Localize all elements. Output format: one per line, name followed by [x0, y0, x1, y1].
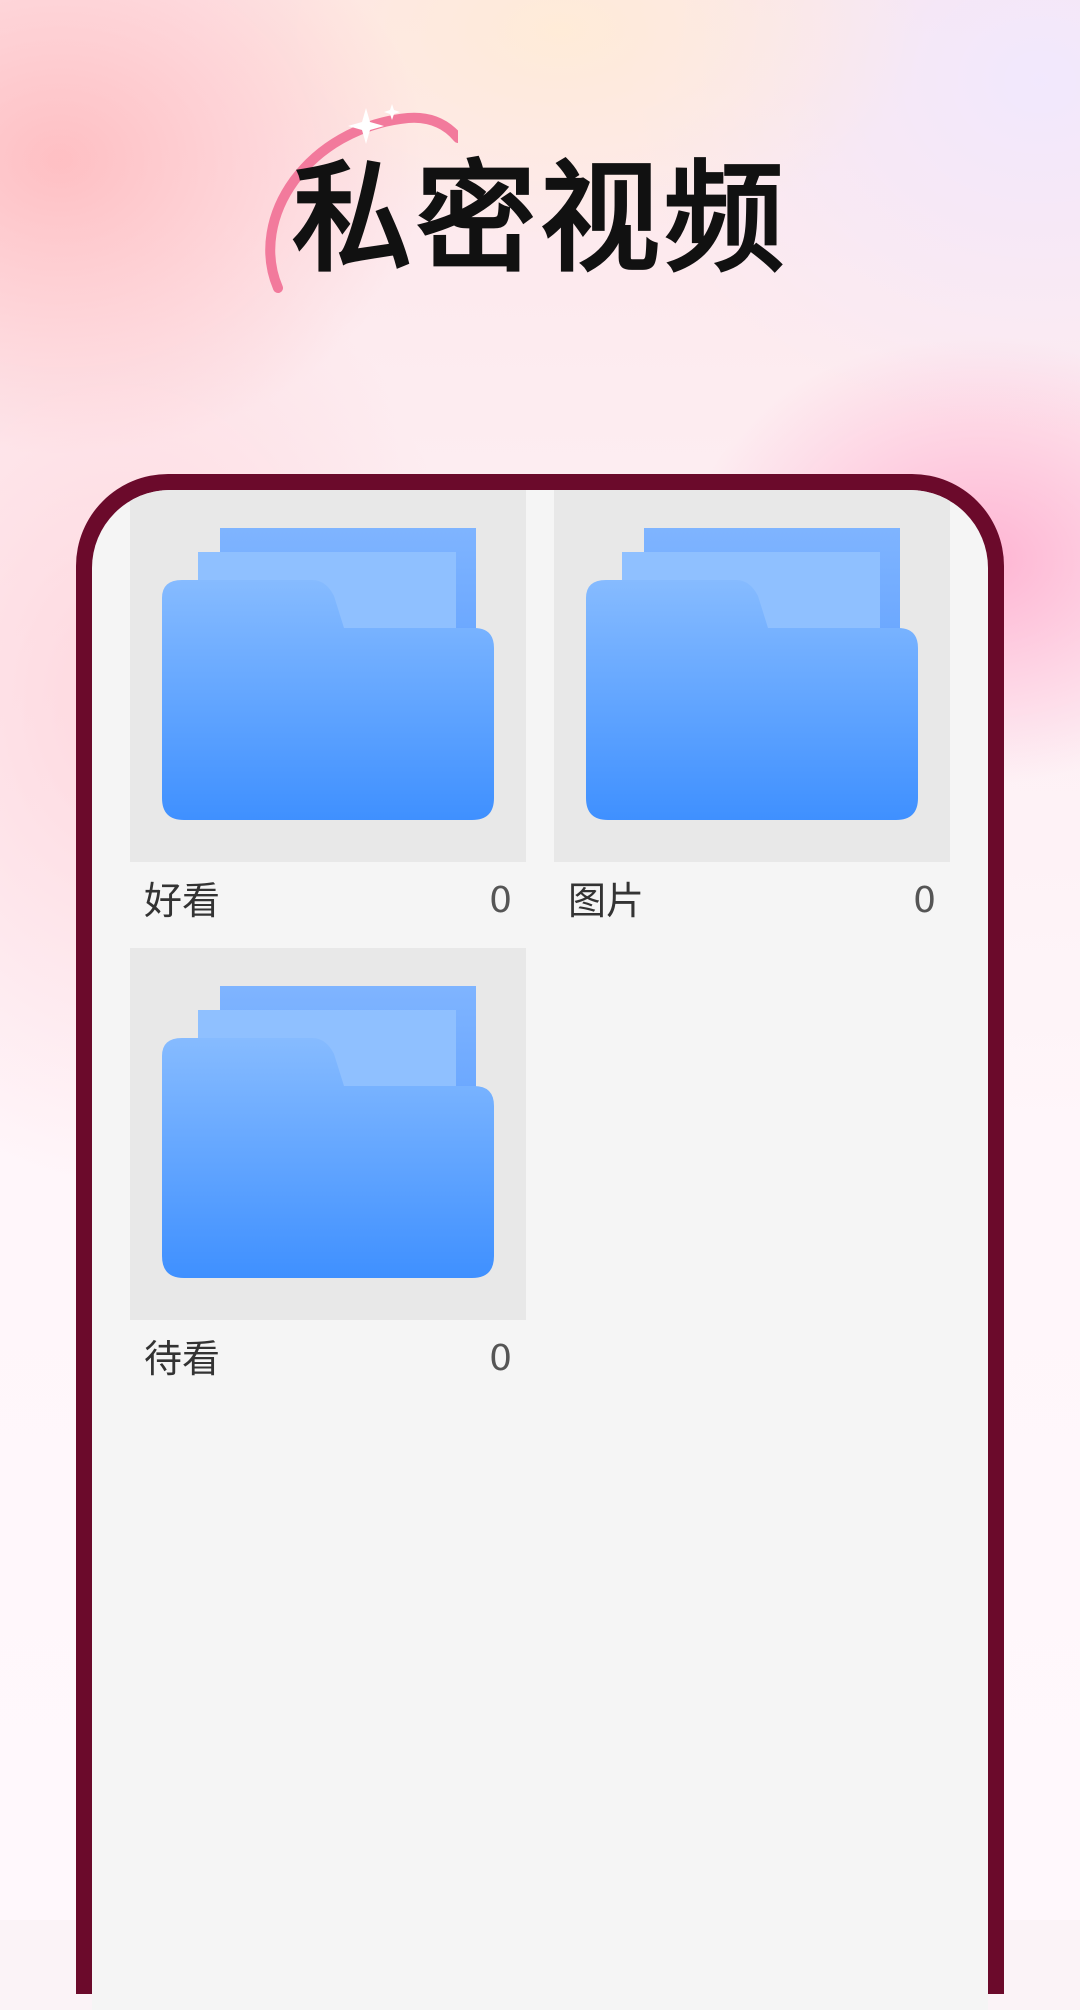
folder-count: 0 — [489, 1338, 512, 1379]
folder-grid: 好看 0 图片 0 待看 0 — [92, 490, 988, 2010]
folder-count: 0 — [489, 880, 512, 921]
page-title: 私密视频 — [292, 150, 788, 289]
folder-icon — [162, 986, 494, 1278]
folder-icon — [586, 528, 918, 820]
folder-count: 0 — [913, 880, 936, 921]
folder-name: 待看 — [144, 1337, 221, 1381]
folder-thumbnail — [554, 490, 950, 862]
folder-thumbnail — [130, 948, 526, 1320]
folder-thumbnail — [130, 490, 526, 862]
phone-frame: 好看 0 图片 0 待看 0 — [76, 474, 1004, 2010]
folder-icon — [162, 528, 494, 820]
folder-name: 图片 — [568, 879, 645, 923]
header: 私密视频 — [0, 100, 1080, 300]
folder-name: 好看 — [144, 879, 221, 923]
